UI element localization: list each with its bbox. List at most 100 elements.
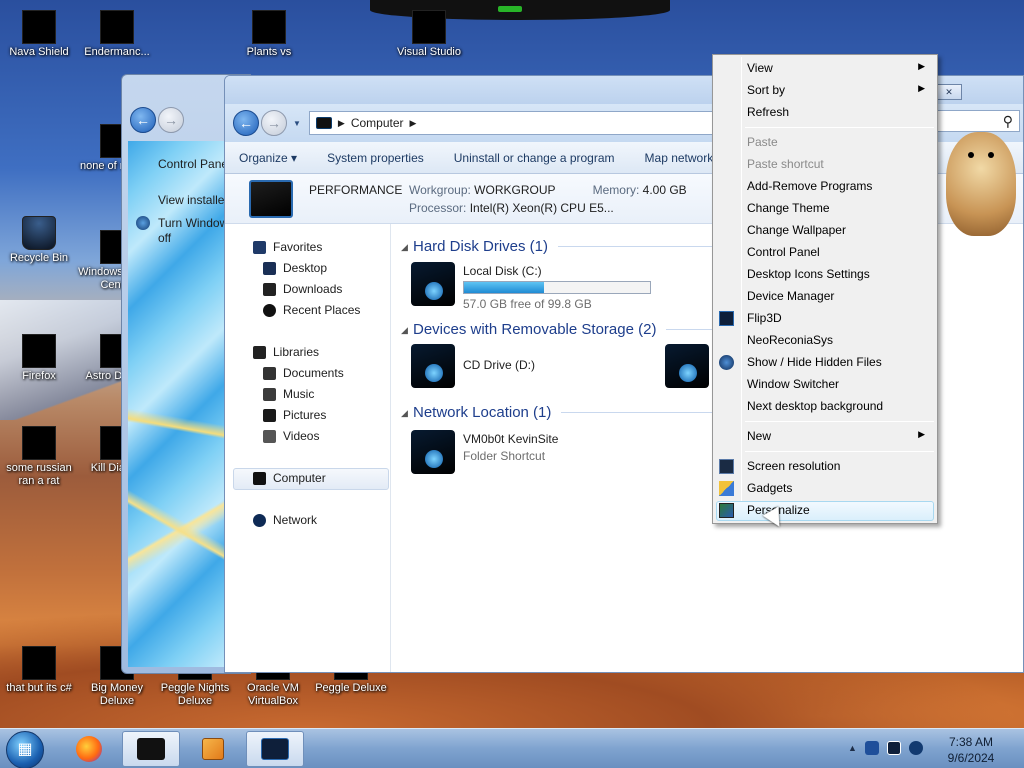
network-location-item[interactable]: VM0b0t KevinSite Folder Shortcut [411,430,558,474]
menu-item-screen-resolution[interactable]: Screen resolution [747,459,840,473]
menu-item-control-panel[interactable]: Control Panel [747,245,820,259]
nav-favorites[interactable]: Favorites [253,240,322,254]
address-input[interactable]: ▶ Computer ▶ [308,111,779,135]
app-icon [22,646,56,680]
recent-pages-chevron-icon[interactable]: ▼ [293,119,301,128]
app-icon [22,426,56,460]
nav-music[interactable]: Music [263,387,314,401]
desktop-icon-that-but-its-csharp[interactable]: that but its c# [0,646,78,695]
flip3d-icon [719,311,734,326]
nav-computer[interactable]: Computer [253,471,326,485]
desktop-icon-firefox[interactable]: Firefox [0,334,78,383]
menu-separator [745,451,934,452]
system-properties-button[interactable]: System properties [327,151,424,165]
desktop-icon-recycle-bin[interactable]: Recycle Bin [0,216,78,265]
group-hard-disk-drives[interactable]: ◢ Hard Disk Drives (1) [401,238,739,255]
collapse-triangle-icon[interactable]: ◢ [401,325,408,336]
breadcrumb-computer[interactable]: Computer [351,116,404,130]
start-button[interactable]: ▦ [6,731,44,768]
chevron-right-icon[interactable]: ▶ [338,118,345,129]
hamster-gadget[interactable] [946,132,1016,236]
app-icon [100,10,134,44]
personalize-icon [719,503,734,518]
taskbar-clock[interactable]: 7:38 AM 9/6/2024 [936,734,1006,766]
local-disk-name: Local Disk (C:) [463,264,542,278]
map-network-button[interactable]: Map network [645,151,714,165]
back-arrow-icon[interactable]: ← [233,110,259,136]
menu-item-device-manager[interactable]: Device Manager [747,289,834,303]
submenu-arrow-icon: ▶ [918,61,925,71]
desktop-icon-plants-vs[interactable]: Plants vs [230,10,308,59]
hamster-eye [988,152,994,158]
taskbar-control-panel[interactable] [246,731,304,767]
nav-desktop[interactable]: Desktop [263,261,327,275]
nav-network[interactable]: Network [253,513,317,527]
menu-item-window-switcher[interactable]: Window Switcher [747,377,839,391]
favorites-star-icon [253,240,266,254]
drive-removable-2[interactable] [665,344,709,388]
workgroup-value: WORKGROUP [474,183,556,197]
visual-studio-icon [412,10,446,44]
nav-pictures[interactable]: Pictures [263,408,326,422]
menu-item-sort-by[interactable]: Sort by ▶ [747,83,933,97]
menu-separator [745,127,934,128]
workgroup-label: Workgroup: [409,183,471,197]
menu-item-desktop-icons-settings[interactable]: Desktop Icons Settings [747,267,870,281]
menu-separator [745,421,934,422]
show-hidden-icons-chevron-icon[interactable]: ▲ [848,743,857,753]
taskbar-firefox[interactable] [60,731,118,767]
menu-item-neoreconiasys[interactable]: NeoReconiaSys [747,333,833,347]
menu-item-gadgets[interactable]: Gadgets [747,481,792,495]
back-arrow-icon[interactable]: ← [130,107,156,133]
group-network-location[interactable]: ◢ Network Location (1) [401,404,742,421]
turn-windows-link-cont[interactable]: off [158,231,171,245]
nav-videos[interactable]: Videos [263,429,319,443]
uninstall-program-button[interactable]: Uninstall or change a program [454,151,615,165]
nav-libraries[interactable]: Libraries [253,345,319,359]
menu-item-next-desktop-background[interactable]: Next desktop background [747,399,883,413]
taskbar-explorer[interactable] [122,731,180,767]
chevron-right-icon[interactable]: ▶ [410,118,417,129]
search-button[interactable]: ⚲ [936,110,1020,132]
turn-windows-link[interactable]: Turn Windows [158,216,234,230]
desktop-icon-some-russian[interactable]: some russian ran a rat [0,426,78,488]
drive-local-disk[interactable]: Local Disk (C:) 57.0 GB free of 99.8 GB [411,262,651,311]
desktop-icon-nava-shield[interactable]: Nava Shield [0,10,78,59]
computer-info: PERFORMANCE Workgroup: WORKGROUP Memory:… [309,183,687,215]
forward-arrow-icon[interactable]: → [158,107,184,133]
network-tray-icon[interactable] [886,741,901,755]
tray-app-icon[interactable] [864,741,879,755]
menu-item-paste: Paste [747,135,778,149]
close-button[interactable]: ✕ [936,84,962,100]
menu-item-change-theme[interactable]: Change Theme [747,201,830,215]
control-panel-home-link[interactable]: Control Panel [158,157,231,171]
nav-downloads[interactable]: Downloads [263,282,342,296]
search-icon: ⚲ [1002,113,1013,129]
desktop-icon-endermanch[interactable]: Endermanc... [78,10,156,59]
network-shortcut-icon [411,430,455,474]
menu-item-change-wallpaper[interactable]: Change Wallpaper [747,223,846,237]
collapse-triangle-icon[interactable]: ◢ [401,408,408,419]
windows-logo-icon: ▦ [17,741,33,758]
collapse-triangle-icon[interactable]: ◢ [401,242,408,253]
menu-item-new[interactable]: New ▶ [747,429,933,443]
forward-arrow-icon[interactable]: → [261,110,287,136]
firefox-icon [22,334,56,368]
organize-button[interactable]: Organize ▾ [239,151,297,165]
menu-item-view[interactable]: View ▶ [747,61,933,75]
volume-icon[interactable] [908,741,923,755]
nav-documents[interactable]: Documents [263,366,344,380]
nav-recent-places[interactable]: Recent Places [263,303,360,317]
menu-item-add-remove-programs[interactable]: Add-Remove Programs [747,179,872,193]
globe-icon [719,355,734,370]
menu-item-flip3d[interactable]: Flip3D [747,311,782,325]
menu-item-show-hide-hidden-files[interactable]: Show / Hide Hidden Files [747,355,882,369]
network-location-type: Folder Shortcut [463,449,546,463]
pictures-icon [263,408,276,422]
taskbar-media-player[interactable] [184,731,242,767]
view-installed-link[interactable]: View installed [158,193,231,207]
menu-item-refresh[interactable]: Refresh [747,105,789,119]
drive-cd[interactable]: CD Drive (D:) [411,344,535,388]
computer-name: PERFORMANCE [309,183,403,197]
desktop-icon-visual-studio[interactable]: Visual Studio [390,10,468,59]
